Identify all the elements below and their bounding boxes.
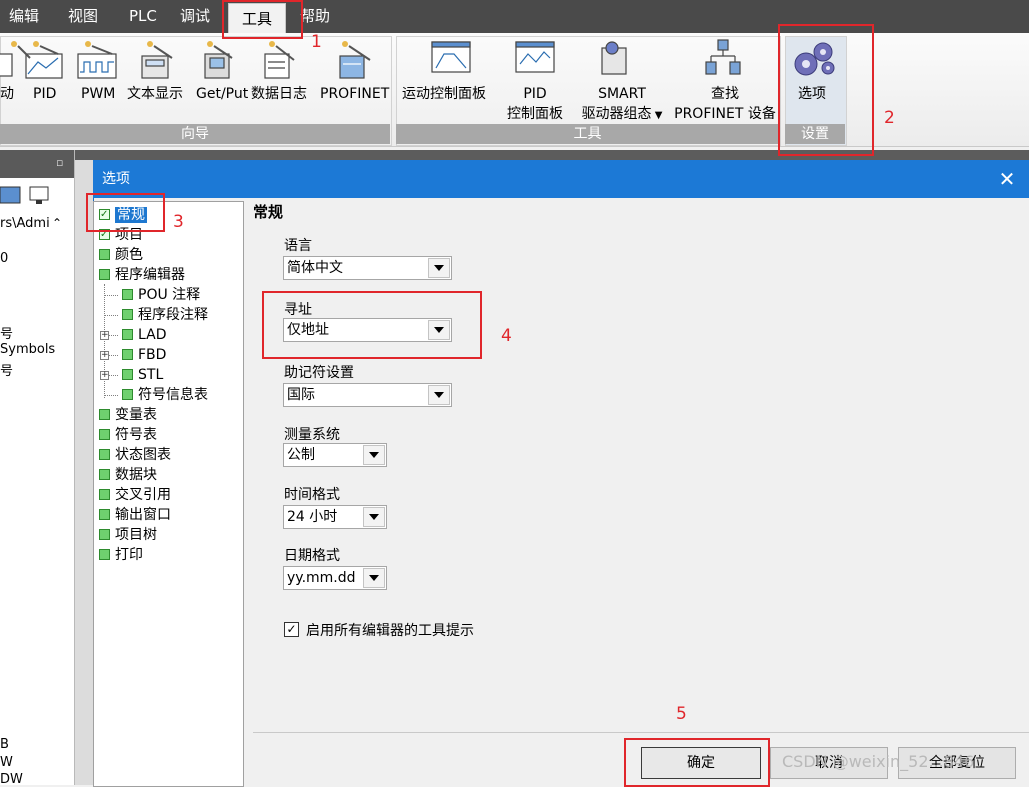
tools-group-label: 工具 (396, 124, 779, 144)
section-title: 常规 (253, 203, 284, 221)
wizard-group-label: 向导 (0, 124, 390, 144)
smart-line2: 驱动器组态 (581, 106, 652, 122)
mnemonic-select[interactable]: 国际 (283, 383, 452, 407)
chevron-down-icon[interactable] (363, 507, 385, 527)
chevron-down-icon[interactable] (428, 258, 450, 278)
menu-edit[interactable]: 编辑 (9, 0, 39, 33)
annotation-box-5 (624, 738, 770, 787)
annotation-number-2: 2 (884, 108, 895, 128)
tree-item-colors[interactable]: 颜色 (99, 245, 143, 265)
wizard-datalog-button[interactable]: 数据日志 (251, 84, 307, 104)
find-profinet-device-button[interactable]: 查找 PROFINET 设备 (673, 84, 777, 124)
measure-select[interactable]: 公制 (283, 443, 387, 467)
tree-item-program-editor[interactable]: 程序编辑器 (99, 265, 185, 285)
tooltip-checkbox-label: 启用所有编辑器的工具提示 (306, 623, 474, 639)
chevron-down-icon[interactable] (363, 445, 385, 465)
tree-item-pou-comment[interactable]: POU 注释 (122, 285, 200, 305)
annotation-number-1: 1 (311, 32, 322, 52)
pane-line: 号 (0, 364, 14, 379)
annotation-number-3: 3 (173, 212, 184, 232)
wizard-pwm-button[interactable]: PWM (81, 84, 115, 104)
wizard-motion-button[interactable]: 动 (0, 84, 14, 104)
language-select[interactable]: 简体中文 (283, 256, 452, 280)
menu-debug[interactable]: 调试 (180, 0, 210, 33)
footer-divider (253, 732, 1029, 733)
expand-lad-icon[interactable]: + (100, 331, 109, 340)
time-format-select[interactable]: 24 小时 (283, 505, 387, 529)
smart-line1: SMART (598, 86, 646, 102)
motion-control-panel-button[interactable]: 运动控制面板 (402, 84, 486, 104)
toolbar-icons (0, 186, 49, 204)
tree-item-network-comment[interactable]: 程序段注释 (122, 305, 208, 325)
tree-item-project-tree[interactable]: 项目树 (99, 525, 157, 545)
tree-item-lad[interactable]: LAD (122, 325, 166, 345)
tree-item-variable-table[interactable]: 变量表 (99, 405, 157, 425)
dropdown-arrow-icon[interactable]: ▼ (652, 110, 663, 121)
tree-item-output-window[interactable]: 输出窗口 (99, 505, 171, 525)
wizard-pid-button[interactable]: PID (33, 84, 56, 104)
pid-control-panel-button[interactable]: PID 控制面板 (503, 84, 567, 124)
tree-item-print[interactable]: 打印 (99, 545, 143, 565)
pane-path: rs\Admi (0, 216, 50, 231)
menu-help[interactable]: 帮助 (300, 0, 330, 33)
scroll-up-icon[interactable]: ⌃ (52, 216, 62, 230)
pid-panel-line1: PID (523, 86, 547, 102)
find-line2: PROFINET 设备 (674, 106, 776, 122)
mnemonic-label: 助记符设置 (284, 365, 354, 381)
dialog-title-bar (93, 160, 1029, 198)
chevron-down-icon[interactable] (428, 385, 450, 405)
language-label: 语言 (284, 238, 312, 254)
tooltip-checkbox[interactable]: ✓ (284, 622, 299, 637)
project-tree-pane (0, 150, 75, 785)
wizard-text-display-button[interactable]: 文本显示 (127, 84, 183, 104)
pid-panel-line2: 控制面板 (507, 106, 563, 122)
time-format-label: 时间格式 (284, 487, 340, 503)
find-line1: 查找 (711, 86, 739, 102)
annotation-number-5: 5 (676, 704, 687, 724)
wizard-getput-button[interactable]: Get/Put (196, 84, 248, 104)
menu-view[interactable]: 视图 (68, 0, 98, 33)
tree-item-symbol-info[interactable]: 符号信息表 (122, 385, 208, 405)
wizard-icons (0, 41, 371, 79)
menu-plc[interactable]: PLC (129, 0, 157, 33)
chevron-down-icon[interactable] (363, 568, 385, 588)
expand-stl-icon[interactable]: + (100, 371, 109, 380)
tree-item-symbol-table[interactable]: 符号表 (99, 425, 157, 445)
tools-icons (431, 39, 741, 75)
pin-icon[interactable]: ▫ (56, 156, 63, 169)
pane-line: 号 (0, 327, 14, 342)
tree-item-cross-reference[interactable]: 交叉引用 (99, 485, 171, 505)
editor-side-strip (75, 160, 93, 785)
pane-line: B (0, 737, 9, 752)
tree-item-stl[interactable]: STL (122, 365, 163, 385)
pane-line: Symbols (0, 342, 56, 357)
pane-line: W (0, 755, 13, 770)
date-format-label: 日期格式 (284, 548, 340, 564)
measure-label: 测量系统 (284, 427, 340, 443)
date-format-select[interactable]: yy.mm.dd (283, 566, 387, 590)
tree-item-fbd[interactable]: FBD (122, 345, 166, 365)
annotation-box-4 (262, 291, 482, 359)
close-icon[interactable]: ✕ (995, 168, 1019, 190)
tree-item-data-block[interactable]: 数据块 (99, 465, 157, 485)
annotation-box-1 (222, 0, 303, 39)
editor-tab-strip (75, 150, 1029, 160)
tree-item-status-chart[interactable]: 状态图表 (99, 445, 171, 465)
annotation-box-3 (86, 193, 165, 232)
expand-fbd-icon[interactable]: + (100, 351, 109, 360)
watermark: CSDN @weixin_52...846 (782, 752, 975, 771)
pane-line: 0 (0, 251, 9, 266)
wizard-profinet-button[interactable]: PROFINET (320, 84, 389, 104)
smart-drive-config-button[interactable]: SMART 驱动器组态 ▼ (572, 84, 672, 126)
annotation-number-4: 4 (501, 326, 512, 346)
annotation-box-2 (778, 24, 874, 156)
